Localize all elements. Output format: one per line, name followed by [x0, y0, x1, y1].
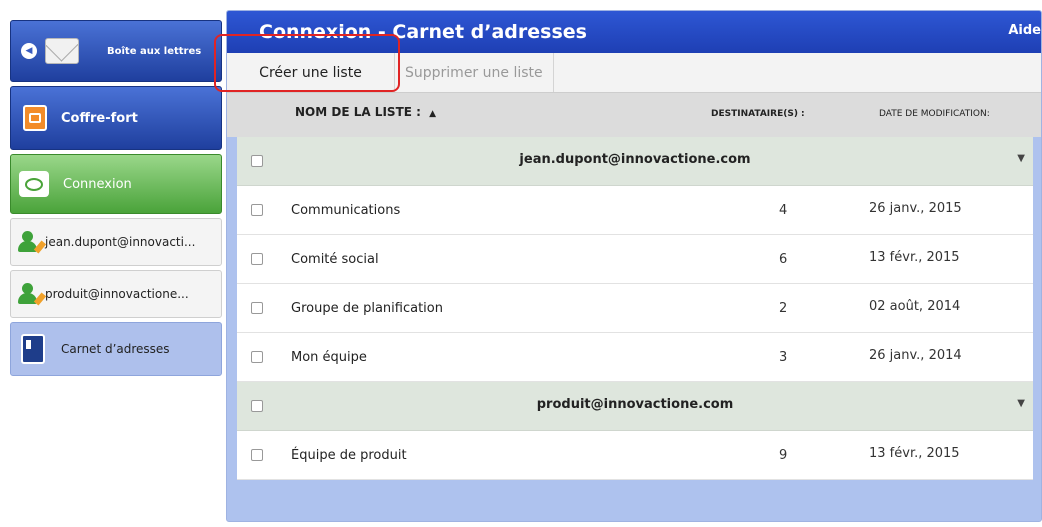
envelope-icon — [45, 38, 79, 64]
sidebar: ◀ Boîte aux lettres Coffre-fort Connexio… — [10, 20, 222, 380]
table-row[interactable]: Groupe de planification 2 02 août, 2014 — [237, 284, 1033, 333]
address-book-panel: Connexion - Carnet d’adresses Aide Créer… — [226, 10, 1042, 522]
list-name: Groupe de planification — [291, 301, 443, 316]
recipient-count: 9 — [779, 448, 788, 463]
recipient-count: 4 — [779, 203, 788, 218]
column-header-name[interactable]: NOM DE LA LISTE : ▲ — [295, 105, 436, 119]
table-row[interactable]: Mon équipe 3 26 janv., 2014 — [237, 333, 1033, 382]
group-header-row[interactable]: jean.dupont@innovactione.com ▼ — [237, 137, 1033, 186]
group-header-row[interactable]: produit@innovactione.com ▼ — [237, 382, 1033, 431]
modified-date: 13 févr., 2015 — [869, 446, 960, 461]
title-bar: Connexion - Carnet d’adresses Aide — [227, 11, 1041, 53]
user-edit-icon — [17, 231, 47, 254]
modified-date: 26 janv., 2015 — [869, 201, 962, 216]
sidebar-item-label: Boîte aux lettres — [107, 45, 202, 57]
table-row[interactable]: Comité social 6 13 févr., 2015 — [237, 235, 1033, 284]
page-title: Connexion - Carnet d’adresses — [259, 21, 587, 43]
list-name: Communications — [291, 203, 401, 218]
list-name: Comité social — [291, 252, 379, 267]
column-header-modified[interactable]: DATE DE MODIFICATION: — [879, 109, 990, 119]
address-book-icon — [21, 334, 45, 364]
sidebar-item-label: jean.dupont@innovacti... — [45, 235, 196, 249]
column-header: NOM DE LA LISTE : ▲ DESTINATAIRE(S) : DA… — [227, 93, 1041, 137]
list-name: Mon équipe — [291, 350, 367, 365]
help-link[interactable]: Aide — [1008, 23, 1041, 38]
modified-date: 13 févr., 2015 — [869, 250, 960, 265]
sidebar-item-label: produit@innovactione... — [45, 287, 189, 301]
sidebar-item-vault[interactable]: Coffre-fort — [10, 86, 222, 150]
sort-ascending-icon: ▲ — [429, 109, 437, 119]
row-checkbox[interactable] — [251, 204, 263, 216]
column-header-name-label: NOM DE LA LISTE : — [295, 105, 421, 119]
lists-table: jean.dupont@innovactione.com ▼ Communica… — [237, 137, 1033, 480]
sidebar-item-connection[interactable]: Connexion — [10, 154, 222, 214]
sidebar-item-label: Carnet d’adresses — [61, 342, 170, 356]
create-list-button[interactable]: Créer une liste — [227, 53, 395, 92]
column-header-recipients[interactable]: DESTINATAIRE(S) : — [711, 109, 805, 119]
recipient-count: 6 — [779, 252, 788, 267]
back-arrow-icon[interactable]: ◀ — [21, 43, 37, 59]
table-row[interactable]: Communications 4 26 janv., 2015 — [237, 186, 1033, 235]
modified-date: 26 janv., 2014 — [869, 348, 962, 363]
collapse-caret-icon[interactable]: ▼ — [1017, 398, 1025, 409]
row-checkbox[interactable] — [251, 253, 263, 265]
sidebar-item-mailbox[interactable]: ◀ Boîte aux lettres — [10, 20, 222, 82]
chat-bubble-icon — [19, 171, 49, 197]
sidebar-item-account[interactable]: produit@innovactione... — [10, 270, 222, 318]
recipient-count: 3 — [779, 350, 788, 365]
row-checkbox[interactable] — [251, 351, 263, 363]
user-edit-icon — [17, 283, 47, 306]
row-checkbox[interactable] — [251, 302, 263, 314]
delete-list-button[interactable]: Supprimer une liste — [395, 53, 554, 92]
sidebar-item-account[interactable]: jean.dupont@innovacti... — [10, 218, 222, 266]
list-name: Équipe de produit — [291, 448, 407, 463]
sidebar-item-label: Coffre-fort — [61, 110, 138, 126]
sidebar-item-address-book[interactable]: Carnet d’adresses — [10, 322, 222, 376]
row-checkbox[interactable] — [251, 449, 263, 461]
group-account-label: jean.dupont@innovactione.com — [519, 152, 751, 167]
sidebar-item-label: Connexion — [63, 176, 132, 192]
safe-icon — [23, 105, 47, 131]
table-row[interactable]: Équipe de produit 9 13 févr., 2015 — [237, 431, 1033, 480]
modified-date: 02 août, 2014 — [869, 299, 961, 314]
group-account-label: produit@innovactione.com — [536, 397, 734, 412]
toolbar: Créer une liste Supprimer une liste — [227, 53, 1041, 93]
collapse-caret-icon[interactable]: ▼ — [1017, 153, 1025, 164]
recipient-count: 2 — [779, 301, 788, 316]
